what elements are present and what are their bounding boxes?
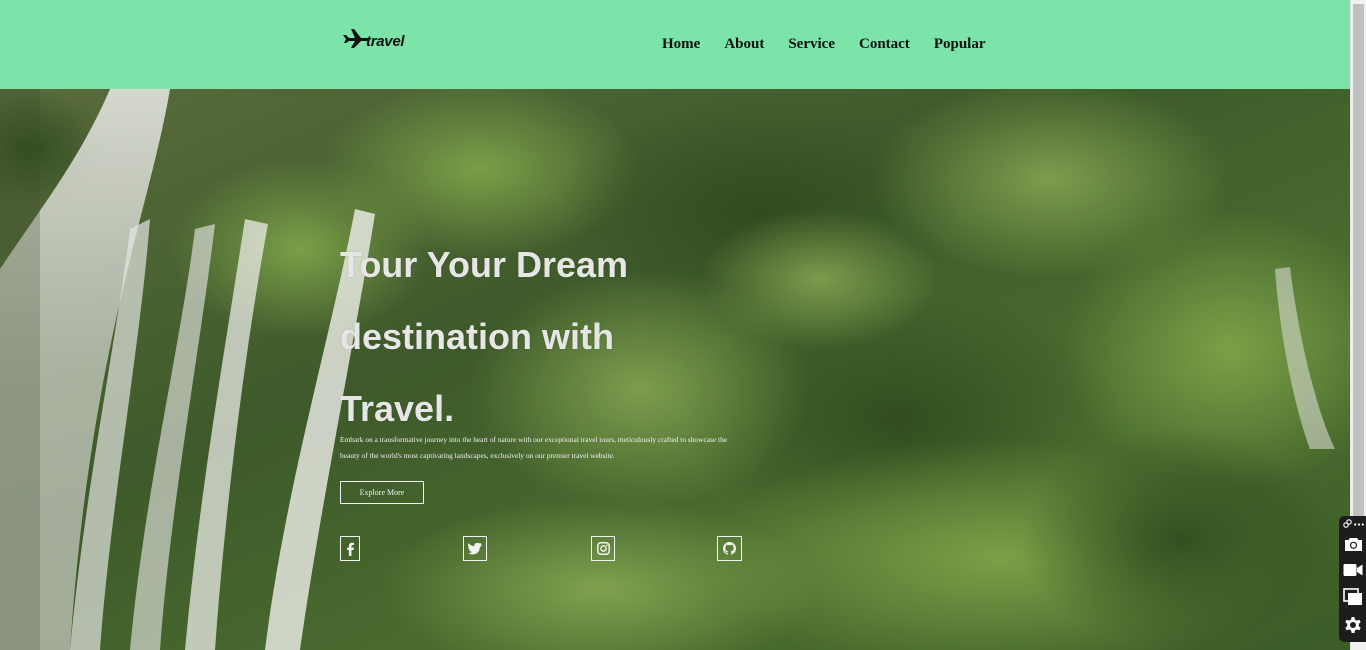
nav-about[interactable]: About (724, 36, 764, 53)
logo-text: travel (366, 33, 405, 50)
hero-description: Embark on a transformative journey into … (340, 435, 728, 460)
floating-capture-toolbar (1339, 516, 1366, 642)
hero-title-line-1: Tour Your Dream (340, 244, 629, 285)
instagram-link[interactable] (591, 536, 615, 561)
instagram-icon (596, 542, 610, 555)
camera-icon (1344, 537, 1362, 551)
page: travel Home About Service Contact Popula… (0, 0, 1366, 650)
more-dots-icon (1354, 523, 1364, 526)
hero-section: Tour Your Dream destination with Travel.… (0, 89, 1350, 650)
gear-icon (1345, 617, 1361, 633)
brand-logo[interactable]: travel (342, 28, 408, 54)
nav-service[interactable]: Service (788, 36, 835, 53)
twitter-icon (468, 542, 482, 554)
settings-button[interactable] (1342, 614, 1364, 636)
record-video-button[interactable] (1342, 559, 1364, 581)
window-copy-icon (1343, 588, 1362, 605)
nav-popular[interactable]: Popular (934, 36, 986, 53)
link-icon (1343, 519, 1352, 528)
github-icon (723, 542, 736, 555)
screenshot-button[interactable] (1342, 533, 1364, 555)
toolbar-header[interactable] (1343, 519, 1364, 529)
video-camera-icon (1343, 564, 1363, 576)
hero-title: Tour Your Dream destination with Travel. (340, 229, 760, 445)
nav-home[interactable]: Home (662, 36, 700, 53)
hero-title-line-2: destination with (340, 316, 614, 357)
explore-more-button[interactable]: Explore More (340, 481, 424, 504)
facebook-icon (347, 542, 354, 556)
facebook-link[interactable] (340, 536, 360, 561)
site-header: travel Home About Service Contact Popula… (0, 0, 1350, 89)
nav-contact[interactable]: Contact (859, 36, 910, 53)
main-nav: Home About Service Contact Popular (650, 33, 998, 55)
github-link[interactable] (717, 536, 742, 561)
capture-window-button[interactable] (1342, 586, 1364, 608)
twitter-link[interactable] (463, 536, 487, 561)
